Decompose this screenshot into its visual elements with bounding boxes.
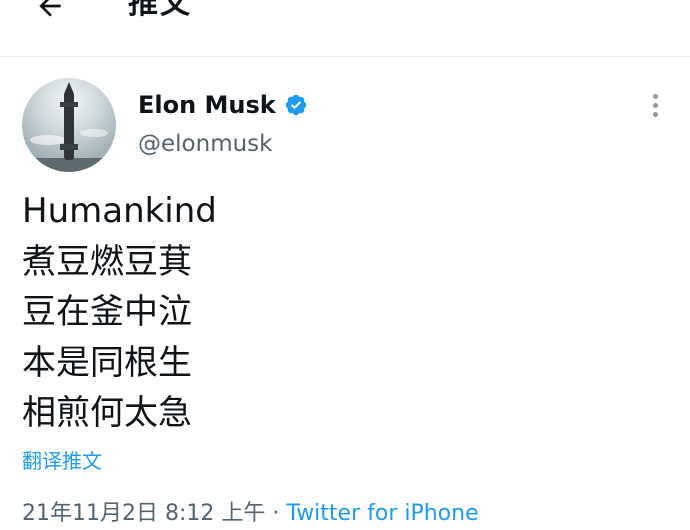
tweet-line: 豆在釜中泣 xyxy=(22,292,192,332)
meta-separator: · xyxy=(272,501,280,526)
tweet-meta: 21年11月2日 8:12 上午 · Twitter for iPhone xyxy=(22,498,479,530)
tweet-line: Humankind xyxy=(22,191,217,231)
avatar[interactable] xyxy=(22,78,116,172)
tweet-timestamp[interactable]: 21年11月2日 8:12 上午 xyxy=(22,501,265,526)
verified-badge-icon xyxy=(285,94,307,116)
avatar-image xyxy=(22,78,116,172)
tweet-line: 本是同根生 xyxy=(22,342,192,383)
tweet-line: 煮豆燃豆萁 xyxy=(22,241,192,282)
page-title: 推文 xyxy=(128,0,192,21)
top-bar: 推文 xyxy=(0,0,690,57)
more-vertical-icon xyxy=(652,93,658,99)
back-button[interactable] xyxy=(30,0,70,26)
author-handle[interactable]: @elonmusk xyxy=(138,128,272,160)
tweet-line: 相煎何太急 xyxy=(22,393,192,433)
arrow-left-icon xyxy=(39,0,61,17)
author-display-name[interactable]: Elon Musk xyxy=(138,91,276,119)
translate-tweet-link[interactable]: 翻译推文 xyxy=(22,446,102,476)
more-options-button[interactable] xyxy=(640,90,670,120)
tweet-source-link[interactable]: Twitter for iPhone xyxy=(286,501,478,526)
author-name-row: Elon Musk xyxy=(138,88,308,122)
tweet-text: Humankind 煮豆燃豆萁 豆在釜中泣 本是同根生 相煎何太急 xyxy=(22,186,217,439)
